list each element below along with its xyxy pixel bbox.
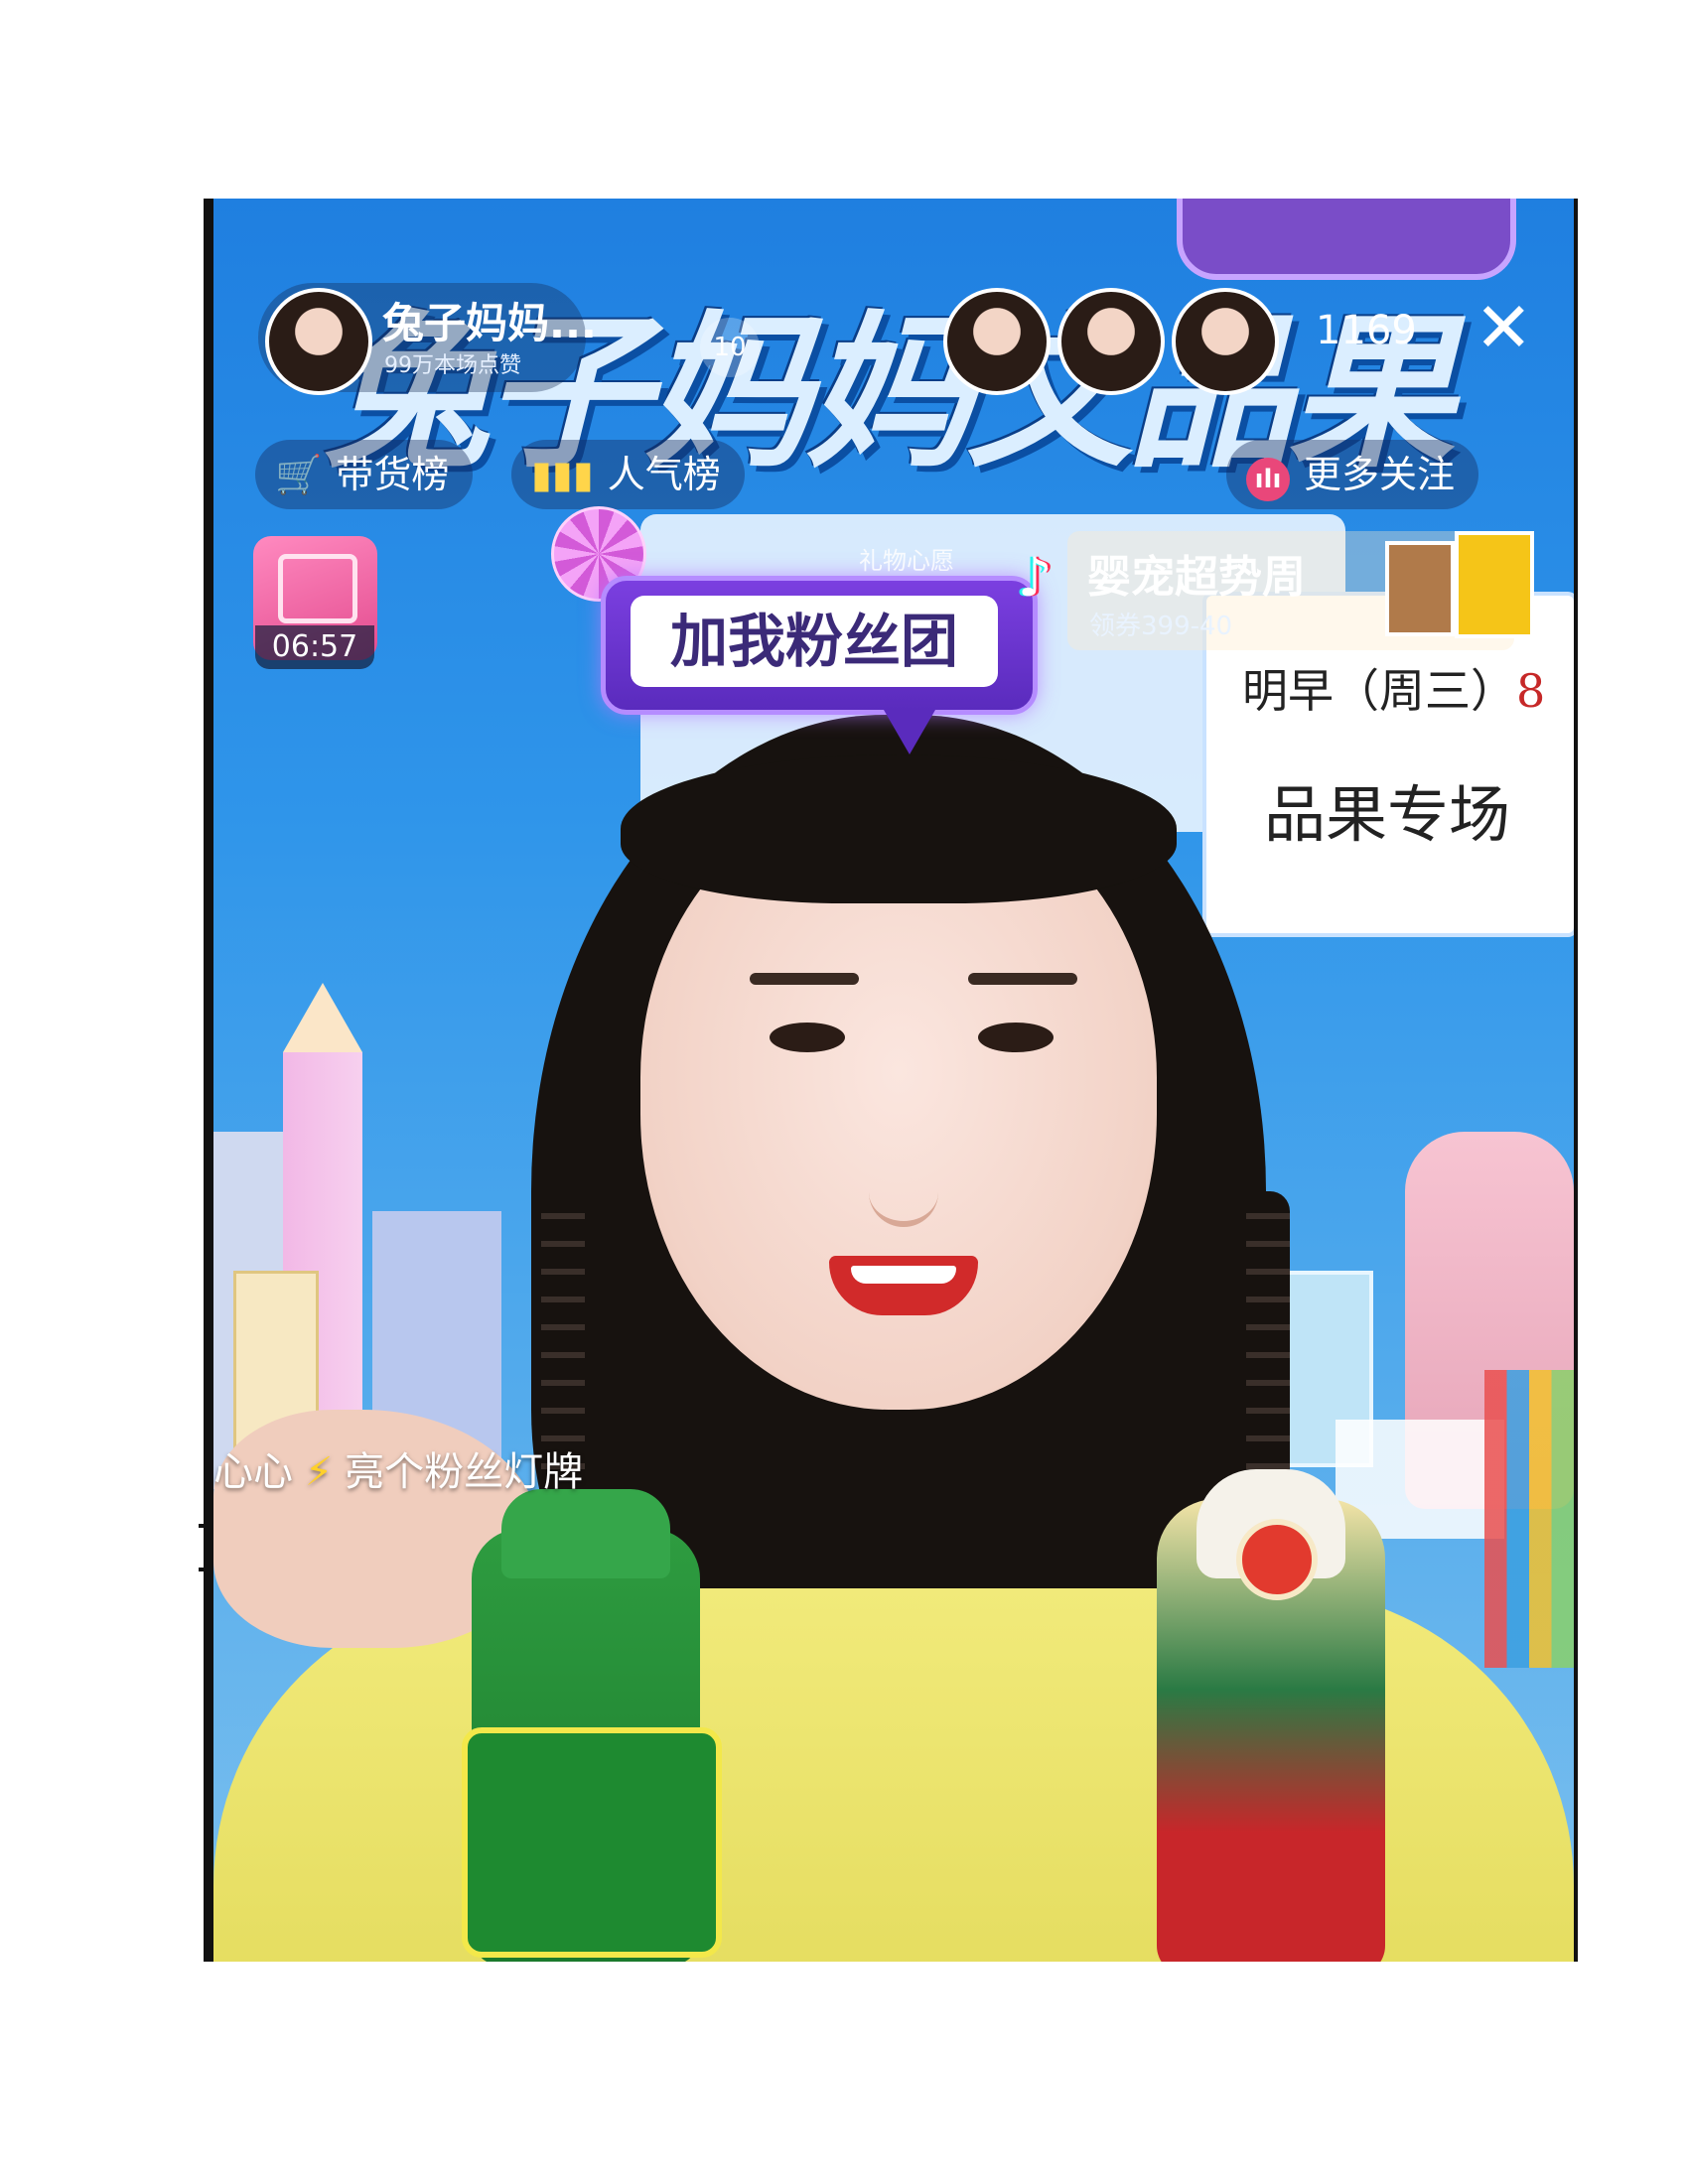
live-comment: 心心 ⚡ 亮个粉丝灯牌 bbox=[213, 1439, 583, 1497]
house-icon bbox=[278, 554, 357, 623]
more-follow-button[interactable]: ılı 更多关注 bbox=[1226, 440, 1479, 509]
bottle-cap bbox=[501, 1489, 670, 1578]
presenter-nose bbox=[869, 1072, 938, 1227]
viewer-avatar[interactable] bbox=[943, 288, 1051, 395]
presenter-eye bbox=[770, 1023, 845, 1052]
more-follow-label: 更多关注 bbox=[1304, 453, 1456, 496]
gift-wish-hint: 礼物心愿 bbox=[859, 547, 954, 575]
close-icon[interactable]: ✕ bbox=[1475, 293, 1533, 362]
bottle-button bbox=[1236, 1519, 1318, 1600]
fan-club-label[interactable]: 加我粉丝团 bbox=[631, 596, 998, 687]
follow-icon: ılı bbox=[1246, 458, 1290, 501]
livestream-video[interactable]: 兔子妈妈文品果 明早（周三）8 品果专场 兔子妈妈... 99万本场点赞 10 … bbox=[204, 199, 1578, 1962]
presenter-bangs bbox=[621, 754, 1177, 903]
popularity-rank-label: 人气榜 bbox=[607, 453, 721, 496]
viewer-avatar[interactable] bbox=[1057, 288, 1165, 395]
promo-product-thumbnail[interactable] bbox=[1385, 541, 1455, 636]
promo-coupon[interactable]: 领券399-40 bbox=[1089, 606, 1232, 642]
popularity-rank-button[interactable]: ▮▮▮ 人气榜 bbox=[511, 440, 745, 509]
cart-icon: 🛒 bbox=[275, 453, 323, 496]
notice-line2: 品果专场 bbox=[1264, 778, 1511, 851]
viewer-count[interactable]: 1169 bbox=[1316, 308, 1417, 353]
bar-chart-icon: ▮▮▮ bbox=[531, 453, 594, 496]
tiktok-logo-icon: ♪ bbox=[1018, 546, 1053, 609]
presenter-brow bbox=[968, 973, 1077, 985]
presenter-eye bbox=[978, 1023, 1054, 1052]
sales-rank-label: 带货榜 bbox=[336, 453, 450, 496]
product-green-bottle bbox=[462, 1489, 722, 1962]
product-red-bottle bbox=[1157, 1469, 1385, 1962]
rank-badge[interactable]: 10 bbox=[700, 318, 760, 377]
host-like-count: 99万本场点赞 bbox=[384, 353, 521, 378]
sales-rank-button[interactable]: 🛒 带货榜 bbox=[255, 440, 474, 509]
background-toy-tower bbox=[1484, 1370, 1574, 1668]
promo-product-thumbnail[interactable] bbox=[1455, 531, 1534, 638]
host-avatar[interactable] bbox=[265, 288, 372, 395]
bottle-sleeve bbox=[462, 1727, 722, 1958]
lightning-icon: ⚡ bbox=[305, 1449, 334, 1495]
promo-title[interactable]: 婴宠超势周 bbox=[1087, 541, 1306, 605]
viewer-avatar[interactable] bbox=[1172, 288, 1279, 395]
side-activity-timer: 06:57 bbox=[255, 625, 374, 669]
notice-line1: 明早（周三）8 bbox=[1242, 664, 1546, 718]
comment-text: 亮个粉丝灯牌 bbox=[345, 1449, 584, 1495]
presenter-brow bbox=[750, 973, 859, 985]
host-name[interactable]: 兔子妈妈... bbox=[382, 290, 597, 350]
comment-prefix: 心心 bbox=[213, 1449, 293, 1495]
